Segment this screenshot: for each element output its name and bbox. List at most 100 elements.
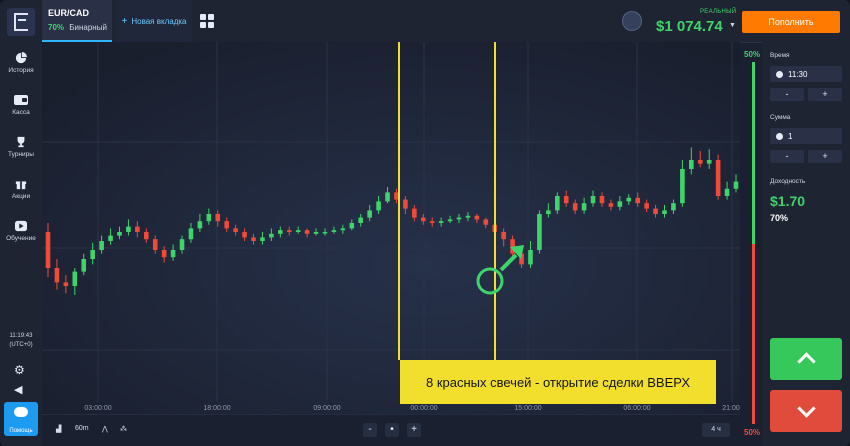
candle-body [429, 221, 435, 223]
candle-body [653, 208, 658, 214]
candle-body [563, 196, 569, 204]
sellers-bar [752, 244, 755, 424]
drawing-tools-icon[interactable]: ⋀ [102, 425, 108, 433]
candle-body [474, 215, 480, 220]
sidebar-item-tournaments[interactable]: Турниры [0, 136, 42, 158]
candle-body [215, 214, 221, 222]
play-icon [15, 220, 27, 232]
x-tick-label: 18:00:00 [203, 405, 230, 412]
candle-body [358, 217, 364, 223]
candle-body [99, 241, 104, 250]
candle-body [554, 196, 560, 211]
candle-body [54, 268, 60, 283]
candle-body [599, 196, 605, 204]
amount-minus-button[interactable]: - [770, 150, 804, 163]
period-button[interactable]: 4 ч [702, 423, 730, 437]
sidebar-item-label: Акции [11, 193, 31, 200]
candle-body [295, 230, 301, 232]
grid-icon[interactable] [200, 14, 214, 28]
candle-body [117, 232, 122, 236]
x-tick-label: 21:00: [722, 405, 740, 412]
zoom-in-button[interactable]: + [407, 423, 421, 437]
price-chart[interactable]: 03:00:00 18:00:00 09:00:00 00:00:00 15:00:00… [42, 42, 740, 414]
zoom-out-button[interactable]: - [363, 423, 377, 437]
asset-name: EUR/CAD [48, 8, 90, 18]
sound-icon[interactable]: ◀ [14, 383, 22, 396]
candle-body [483, 219, 489, 225]
payout-value: $1.70 [770, 193, 806, 209]
amount-value: 1 [788, 131, 793, 141]
sidebar-item-promotions[interactable]: Акции [0, 178, 42, 200]
candle-body [197, 221, 203, 229]
sidebar-item-education[interactable]: Обучение [0, 220, 42, 242]
new-tab-label: Новая вкладка [131, 16, 187, 26]
candle-body [501, 232, 506, 240]
clock-icon [776, 70, 783, 78]
timeframe-button[interactable]: 60m [75, 425, 89, 432]
candle-body [224, 221, 230, 229]
payout-label: Доходность [770, 178, 806, 185]
time-field[interactable]: 11:30 [770, 66, 842, 82]
amount-field[interactable]: 1 [770, 128, 842, 144]
amount-plus-button[interactable]: + [808, 150, 842, 163]
candle-body [706, 160, 712, 164]
candle-body [170, 250, 176, 258]
chart-type-icon[interactable]: ▟ [56, 425, 61, 433]
top-bar: EUR/CAD 70% Бинарный + Новая вкладка РЕА… [0, 0, 850, 43]
call-up-button[interactable] [770, 338, 842, 380]
candle-body [152, 239, 158, 250]
candle-body [537, 214, 542, 250]
candle-body [617, 201, 623, 207]
candle-body [644, 203, 649, 209]
chart-canvas[interactable]: 03:00:00 18:00:00 09:00:00 00:00:00 15:00:00… [42, 42, 740, 414]
candle-body [286, 230, 292, 232]
candle-body [412, 208, 417, 218]
x-tick-label: 00:00:00 [410, 405, 437, 412]
candle-body [260, 237, 265, 241]
chevron-down-icon [796, 399, 816, 418]
candle-body [349, 223, 355, 229]
asset-tab-eurcad[interactable]: EUR/CAD 70% Бинарный [42, 0, 112, 42]
indicators-icon[interactable]: ⁂ [120, 425, 127, 433]
candle-body [331, 230, 337, 232]
candle-body [251, 237, 256, 241]
avatar[interactable] [622, 11, 642, 31]
candle-body [45, 232, 51, 268]
candle-body [340, 228, 346, 231]
chevron-down-icon[interactable]: ▼ [729, 22, 736, 29]
time-minus-button[interactable]: - [770, 88, 804, 101]
chevron-up-icon [796, 352, 816, 371]
zoom-reset-button[interactable]: • [385, 423, 399, 437]
asset-payout: 70% [48, 23, 65, 32]
candle-body [188, 228, 194, 240]
trade-panel: Время 11:30 - + Сумма 1 - + Доходность $… [762, 42, 850, 446]
candle-body [590, 196, 596, 204]
logo-icon[interactable] [7, 8, 35, 36]
payout-percent: 70% [770, 213, 789, 223]
candle-body [81, 259, 87, 272]
clock-time: 11:19:43 [9, 333, 33, 339]
candle-body [376, 201, 381, 211]
deposit-button[interactable]: Пополнить [742, 11, 840, 33]
help-button[interactable]: Помощь [4, 402, 38, 436]
chart-toolbar: ▟ 60m ⋀ ⁂ - • + 4 ч [42, 414, 740, 446]
annotation-box: 8 красных свечей - открытие сделки ВВЕРХ [400, 360, 716, 404]
buyers-bar [752, 62, 755, 244]
time-plus-button[interactable]: + [808, 88, 842, 101]
candle-body [438, 221, 444, 223]
gear-icon[interactable]: ⚙ [14, 363, 25, 377]
chat-icon [14, 407, 28, 417]
new-tab-button[interactable]: + Новая вкладка [116, 0, 192, 42]
sidebar-item-cashier[interactable]: Касса [0, 94, 42, 116]
candle-body [581, 203, 587, 211]
candle-body [733, 181, 739, 189]
candle-body [304, 230, 310, 234]
account-balance[interactable]: $1 074.74 [656, 18, 723, 35]
candle-body [63, 282, 69, 286]
candle-body [385, 192, 390, 202]
sidebar-item-history[interactable]: История [0, 52, 42, 74]
dollar-icon [776, 132, 783, 140]
asset-type: Бинарный [69, 23, 107, 32]
put-down-button[interactable] [770, 390, 842, 432]
trophy-icon [17, 136, 25, 148]
